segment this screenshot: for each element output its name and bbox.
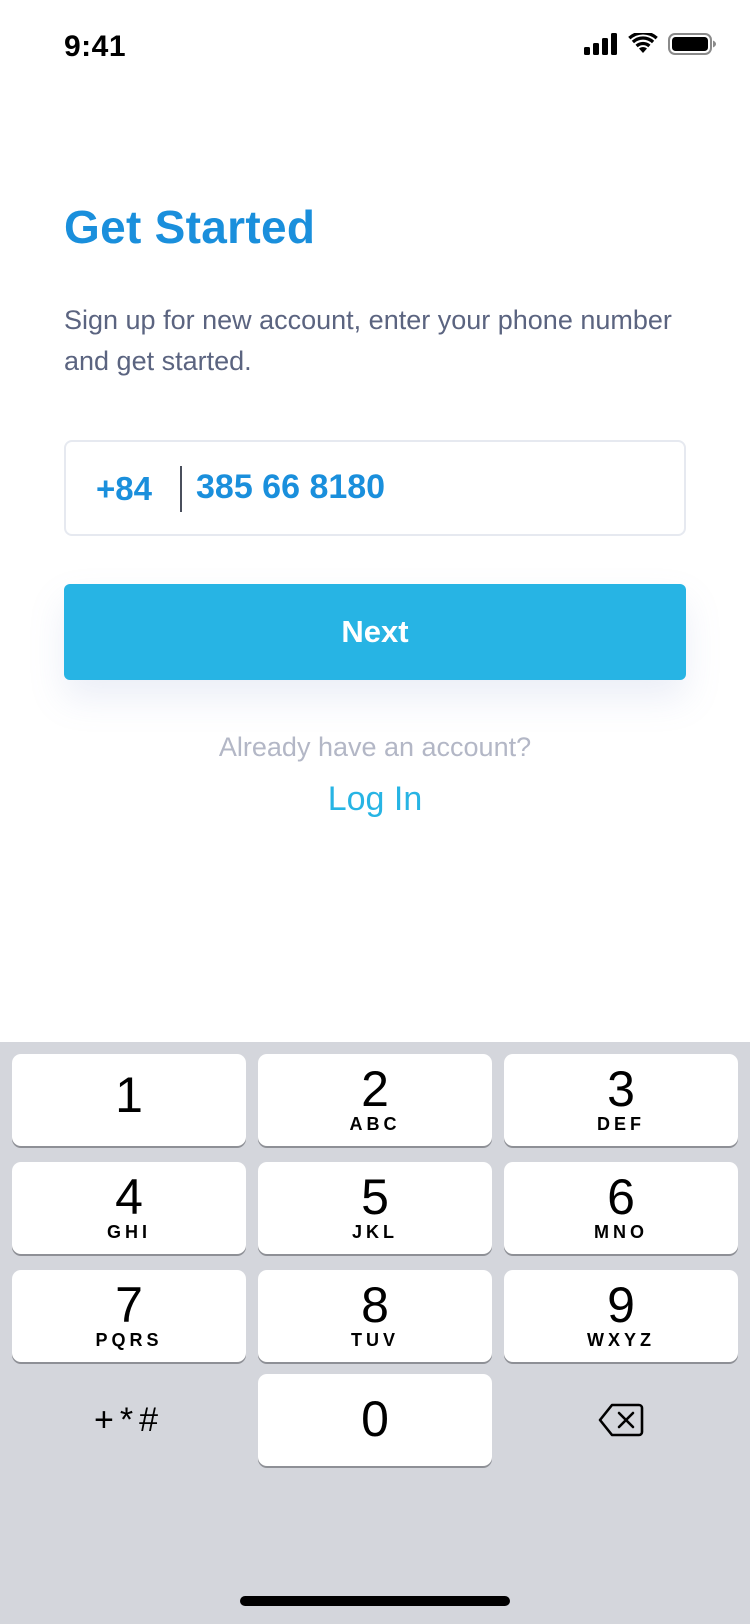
key-digit: 7 [115,1277,143,1333]
signal-icon [584,33,617,55]
key-3[interactable]: 3 DEF [504,1054,738,1146]
key-7[interactable]: 7 PQRS [12,1270,246,1362]
already-have-account-text: Already have an account? [218,732,532,762]
status-time: 9:41 [64,30,127,63]
key-digit: 0 [361,1391,389,1447]
key-4[interactable]: 4 GHI [12,1162,246,1254]
key-2[interactable]: 2 ABC [258,1054,492,1146]
symbols-label: +*# [94,1400,164,1439]
page-subtitle: Sign up for new account, enter your phon… [64,305,672,376]
battery-icon [668,33,716,55]
key-letters: PQRS [95,1330,163,1350]
key-letters: MNO [594,1222,648,1242]
symbols-key[interactable]: +*# [12,1374,246,1466]
delete-key[interactable] [504,1374,738,1466]
key-0[interactable]: 0 [258,1374,492,1466]
key-digit: 3 [607,1061,635,1117]
login-link[interactable]: Log In [0,780,750,819]
key-5[interactable]: 5 JKL [258,1162,492,1254]
key-letters: JKL [351,1222,398,1242]
key-digit: 1 [115,1067,143,1123]
page-title: Get Started [64,201,316,253]
key-digit: 8 [361,1277,389,1333]
phone-field[interactable]: +84 [64,440,686,536]
key-digit: 5 [361,1169,389,1225]
next-button[interactable]: Next [64,584,686,680]
home-indicator [240,1596,510,1606]
key-6[interactable]: 6 MNO [504,1162,738,1254]
key-digit: 2 [361,1061,389,1117]
key-digit: 4 [115,1169,143,1225]
phone-number-input[interactable] [196,468,656,507]
key-letters: ABC [349,1114,401,1134]
key-digit: 6 [607,1169,635,1225]
key-9[interactable]: 9 WXYZ [504,1270,738,1362]
key-8[interactable]: 8 TUV [258,1270,492,1362]
status-bar: 9:41 [0,0,750,94]
field-divider [180,466,182,512]
key-letters: DEF [597,1114,645,1134]
wifi-icon [628,33,658,53]
numeric-keyboard: 1 2 ABC 3 DEF 4 GHI 5 JKL 6 MNO 7 PQRS 8… [0,1042,750,1624]
backspace-icon [598,1403,644,1437]
key-letters: TUV [351,1330,399,1350]
key-digit: 9 [607,1277,635,1333]
country-code-selector[interactable]: +84 [96,470,152,508]
status-icons [584,33,716,55]
key-1[interactable]: 1 [12,1054,246,1146]
key-letters: GHI [106,1222,151,1242]
key-letters: WXYZ [587,1330,655,1350]
